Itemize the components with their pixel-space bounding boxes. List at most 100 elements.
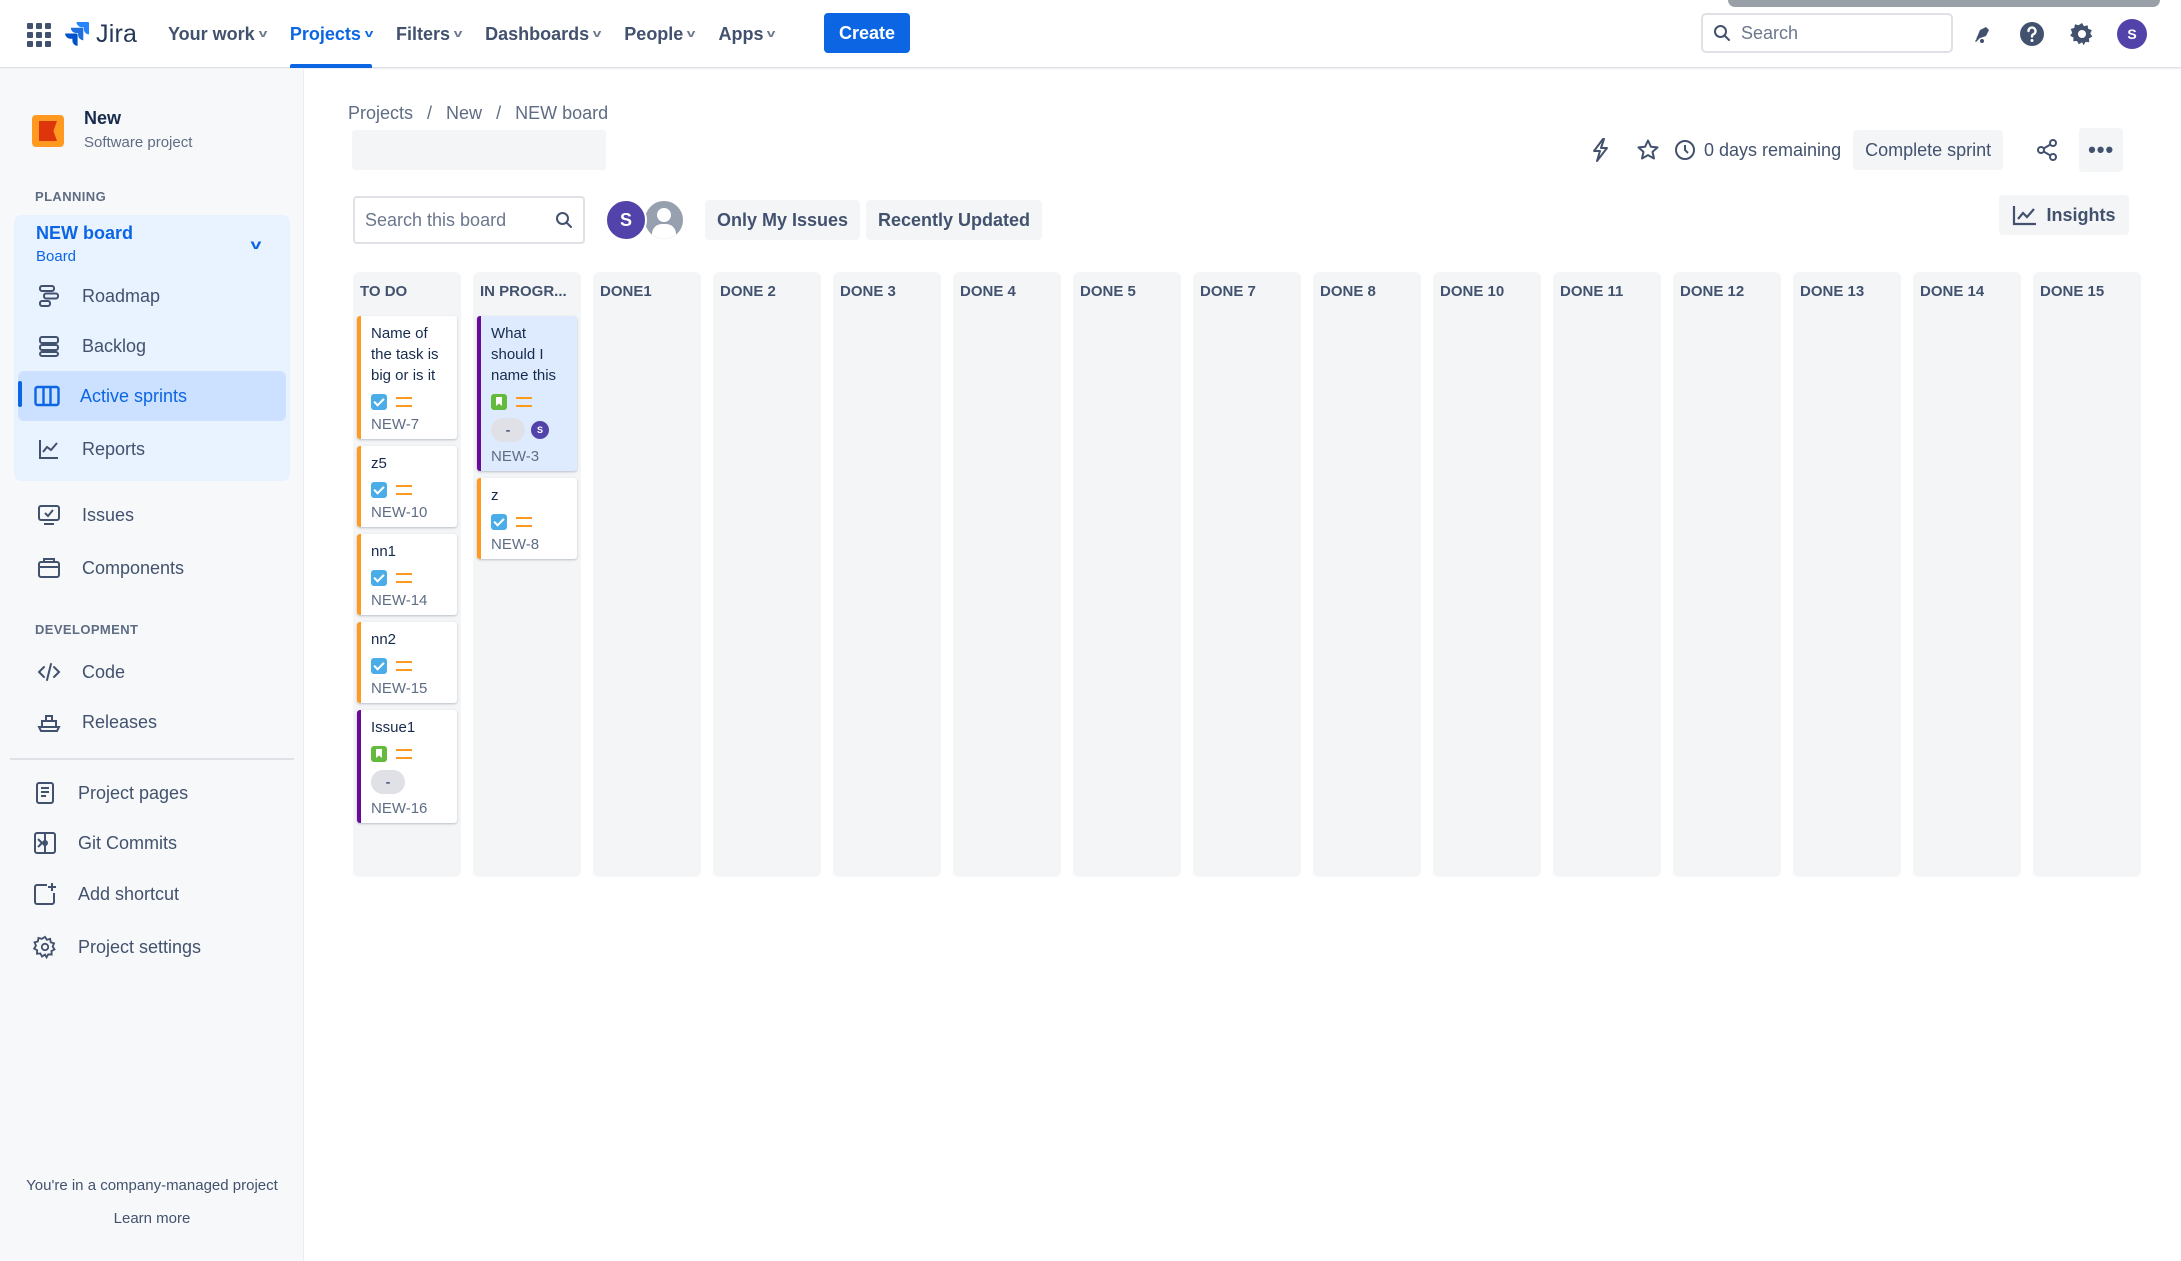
issue-meta (371, 658, 451, 674)
nav-label: Filters (395, 23, 451, 44)
help-icon[interactable] (2016, 18, 2048, 50)
board-sublabel: Board (36, 248, 77, 265)
issue-summary: nn1 (371, 543, 397, 560)
global-search-input[interactable]: Search (1701, 13, 1953, 53)
issue-summary: z5 (371, 455, 387, 472)
breadcrumb-project[interactable]: New (446, 103, 482, 124)
column-header: DONE 5 (1080, 283, 1136, 300)
nav-dashboards[interactable]: Dashboards v (473, 0, 612, 68)
issue-meta (491, 514, 571, 530)
issue-card[interactable]: z5 NEW-10 (357, 446, 457, 527)
settings-icon[interactable] (2066, 18, 2098, 50)
breadcrumb: Projects / New / NEW board (348, 103, 608, 124)
issue-card[interactable]: Issue1 - NEW-16 (357, 710, 457, 823)
sidebar-item-releases[interactable]: Releases (36, 702, 157, 742)
issue-card[interactable]: nn1 NEW-14 (357, 534, 457, 615)
complete-sprint-button[interactable]: Complete sprint (1853, 130, 2004, 170)
nav-filters[interactable]: Filters v (384, 0, 473, 68)
issue-meta (371, 746, 451, 762)
issue-summary: Name of the task is big or is it (371, 325, 439, 384)
breadcrumb-projects[interactable]: Projects (348, 103, 413, 124)
notifications-icon[interactable] (1966, 18, 1998, 50)
profile-avatar[interactable]: S (2116, 18, 2148, 50)
primary-nav: Your work v Projects v Filters v Dashboards… (156, 0, 787, 68)
more-icon: ••• (2088, 137, 2115, 162)
days-remaining: 0 days remaining (1674, 139, 1841, 161)
task-type-icon (371, 658, 387, 674)
automation-icon[interactable] (1580, 130, 1620, 170)
only-my-issues-button[interactable]: Only My Issues (705, 200, 861, 240)
board-column: DONE 5 (1073, 272, 1181, 877)
recently-updated-button[interactable]: Recently Updated (866, 200, 1043, 240)
column-header: DONE 11 (1560, 283, 1624, 300)
sidebar-item-backlog[interactable]: Backlog (36, 326, 146, 366)
app-switcher-icon[interactable] (24, 20, 52, 48)
sidebar-item-label: Issues (82, 504, 135, 525)
chevron-down-icon: v (453, 28, 463, 40)
sidebar-item-git-commits[interactable]: Git Commits (32, 823, 177, 863)
assignee-filter-avatar[interactable]: S (605, 199, 647, 241)
sidebar-item-project-settings[interactable]: Project settings (32, 927, 201, 967)
sidebar-item-label: Backlog (82, 335, 147, 356)
sidebar-item-label: Components (82, 557, 185, 578)
board-column: DONE 2 (713, 272, 821, 877)
planning-heading: PLANNING (35, 189, 107, 204)
board-search-input[interactable]: Search this board (353, 196, 585, 244)
learn-more-link[interactable]: Learn more (0, 1210, 304, 1227)
column-header: TO DO (360, 283, 408, 300)
nav-your-work[interactable]: Your work v (156, 0, 278, 68)
column-cards: Name of the task is big or is it NEW-7 z… (357, 316, 457, 830)
issue-key: NEW-7 (371, 416, 420, 433)
search-icon (1714, 25, 1730, 41)
sidebar-item-code[interactable]: Code (36, 652, 125, 692)
more-actions-button[interactable]: ••• (2079, 128, 2124, 172)
board-column: DONE 4 (953, 272, 1061, 877)
board-column: DONE 10 (1433, 272, 1541, 877)
board-selector[interactable]: NEW board Board (36, 223, 133, 265)
sidebar-item-active-sprints[interactable]: Active sprints (18, 371, 286, 421)
nav-label: Projects (289, 23, 361, 44)
board-columns-icon (34, 383, 60, 409)
nav-label: Apps (718, 23, 764, 44)
issue-card[interactable]: nn2 NEW-15 (357, 622, 457, 703)
insights-button[interactable]: Insights (1999, 195, 2129, 235)
chevron-down-icon[interactable]: v (250, 236, 261, 252)
issue-card[interactable]: z NEW-8 (477, 478, 577, 559)
priority-medium-icon (396, 397, 412, 407)
sidebar-item-issues[interactable]: Issues (36, 495, 134, 535)
create-button[interactable]: Create (824, 13, 910, 53)
star-icon[interactable] (1628, 130, 1668, 170)
unassigned-filter-avatar[interactable] (643, 199, 685, 241)
jira-logo[interactable]: Jira (64, 18, 137, 50)
issues-icon (36, 502, 62, 528)
nav-apps[interactable]: Apps v (706, 0, 786, 68)
priority-medium-icon (516, 517, 532, 527)
board-column: DONE 7 (1193, 272, 1301, 877)
sidebar-item-roadmap[interactable]: Roadmap (36, 276, 160, 316)
column-header: DONE 8 (1320, 283, 1376, 300)
board-column: DONE 3 (833, 272, 941, 877)
nav-projects[interactable]: Projects v (278, 0, 384, 68)
breadcrumb-board[interactable]: NEW board (515, 103, 608, 124)
share-icon[interactable] (2027, 130, 2067, 170)
chevron-down-icon: v (258, 28, 268, 40)
issue-card[interactable]: Name of the task is big or is it NEW-7 (357, 316, 457, 439)
nav-people[interactable]: People v (612, 0, 706, 68)
board-column: DONE 11 (1553, 272, 1661, 877)
top-navigation: Jira Your work v Projects v Filters v Dashb… (0, 0, 2181, 68)
issue-key: NEW-10 (371, 504, 428, 521)
reports-icon (36, 436, 62, 462)
issue-card[interactable]: What should I name this - S NEW-3 (477, 316, 577, 471)
add-shortcut-icon (32, 881, 58, 907)
sidebar-item-reports[interactable]: Reports (36, 429, 145, 469)
sidebar-item-components[interactable]: Components (36, 548, 184, 588)
column-header: IN PROGR... (480, 283, 567, 300)
chevron-down-icon: v (767, 28, 776, 40)
priority-medium-icon (516, 397, 532, 407)
releases-icon (36, 709, 62, 735)
sidebar-item-project-pages[interactable]: Project pages (32, 773, 188, 813)
git-commits-icon (32, 830, 58, 856)
project-name[interactable]: New (84, 108, 121, 129)
board-column: DONE 14 (1913, 272, 2021, 877)
sidebar-item-add-shortcut[interactable]: Add shortcut (32, 874, 179, 914)
